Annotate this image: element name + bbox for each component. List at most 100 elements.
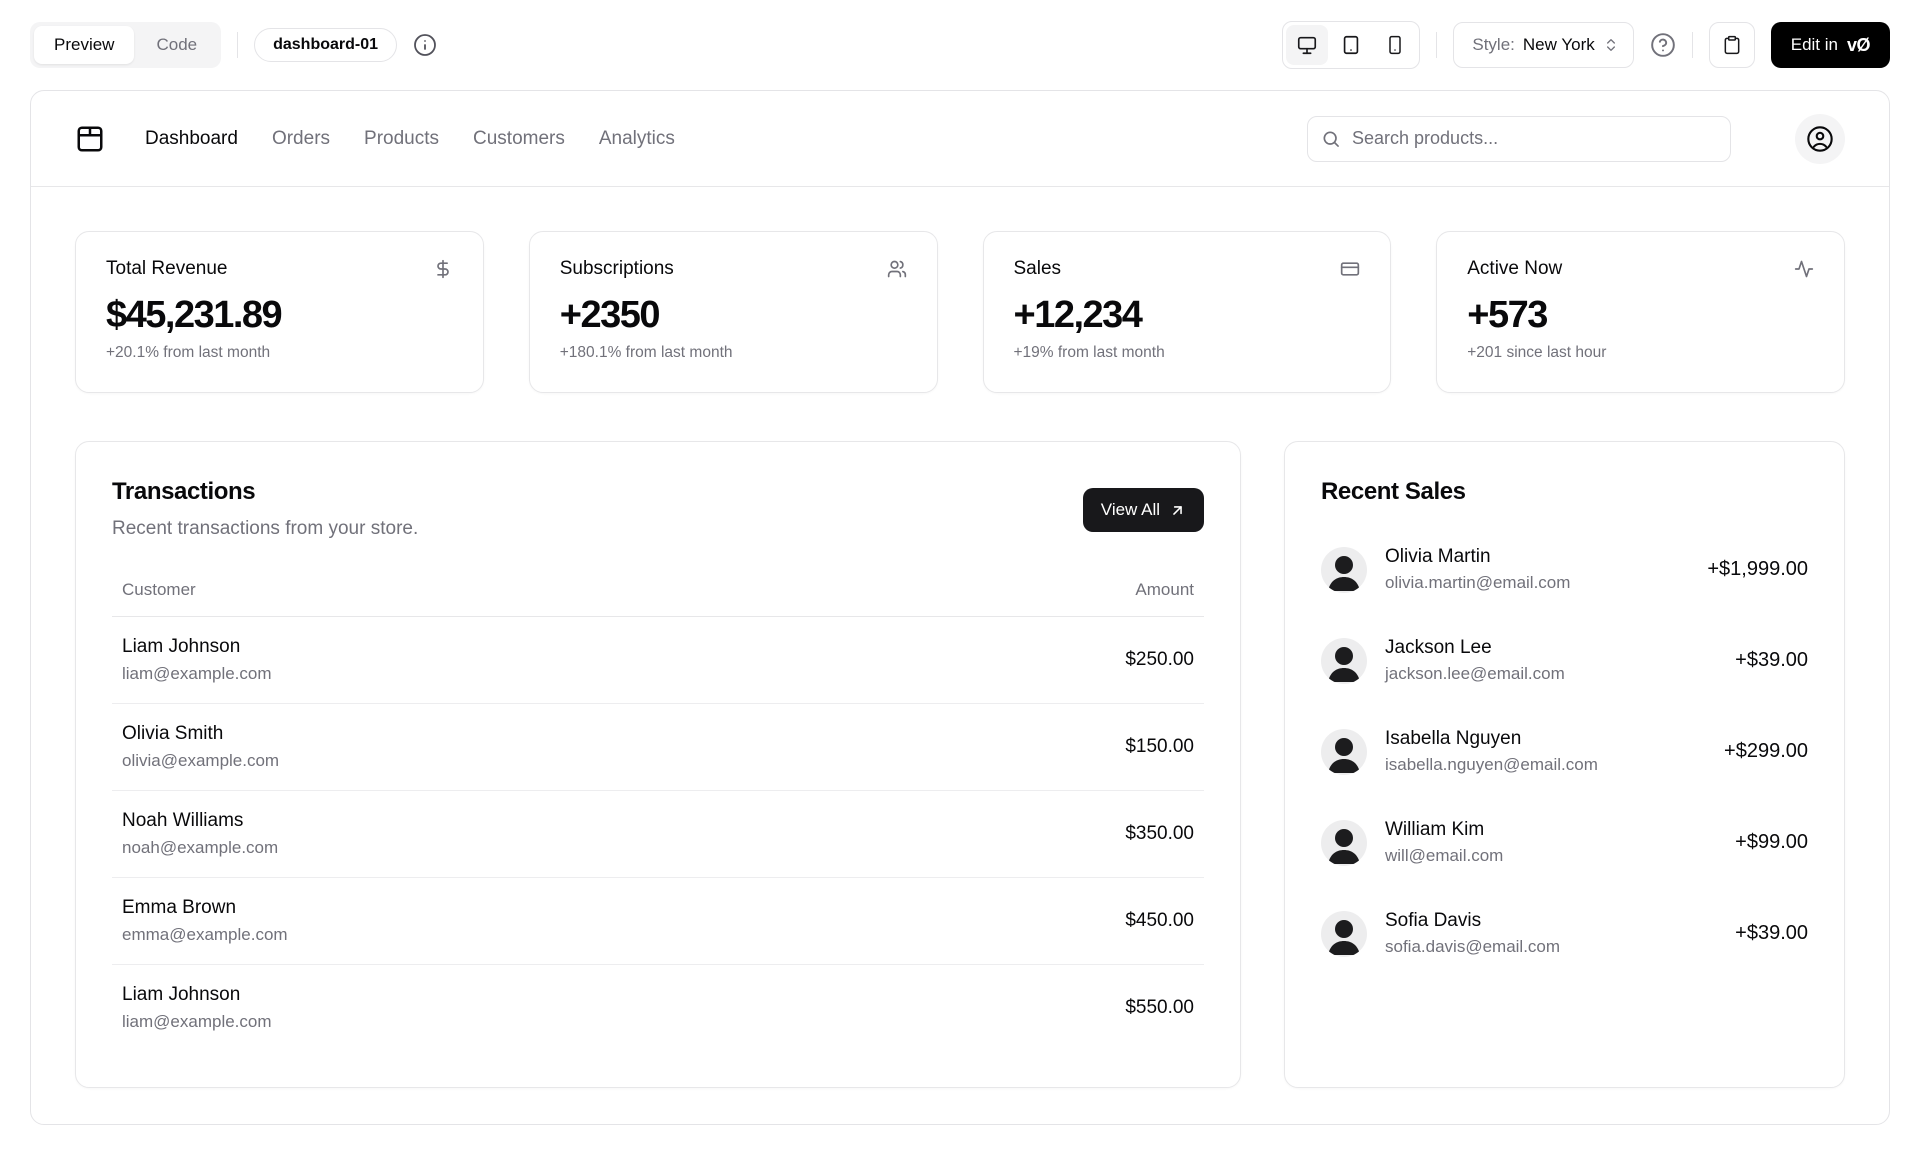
nav-item-dashboard[interactable]: Dashboard — [145, 128, 238, 150]
recent-sales-title: Recent Sales — [1321, 478, 1808, 506]
nav-item-products[interactable]: Products — [364, 128, 439, 150]
preview-code-toggle: Preview Code — [30, 22, 221, 68]
transactions-card: Transactions Recent transactions from yo… — [75, 441, 1241, 1088]
toolbar-divider — [1692, 32, 1693, 58]
table-row[interactable]: Liam Johnson liam@example.com $550.00 — [112, 965, 1204, 1052]
user-menu-button[interactable] — [1795, 114, 1845, 164]
toolbar-divider — [1436, 32, 1437, 58]
stat-card-sales: Sales +12,234 +19% from last month — [983, 231, 1392, 393]
avatar — [1321, 820, 1367, 866]
sale-name: Jackson Lee — [1385, 637, 1717, 659]
list-item[interactable]: William Kim will@email.com +$99.00 — [1321, 819, 1808, 866]
store-logo-icon[interactable] — [75, 124, 105, 154]
list-item[interactable]: Jackson Lee jackson.lee@email.com +$39.00 — [1321, 637, 1808, 684]
sale-email: will@email.com — [1385, 846, 1717, 866]
transaction-amount: $550.00 — [838, 965, 1204, 1052]
sale-amount: +$299.00 — [1724, 740, 1808, 763]
stat-value: +12,234 — [1014, 294, 1361, 337]
list-item[interactable]: Sofia Davissofia.davis@email.com +$39.00 — [1321, 910, 1808, 957]
table-row[interactable]: Noah Williams noah@example.com $350.00 — [112, 791, 1204, 878]
credit-card-icon — [1340, 259, 1360, 279]
transactions-title: Transactions — [112, 478, 418, 506]
transaction-amount: $350.00 — [838, 791, 1204, 878]
tab-code[interactable]: Code — [136, 26, 217, 64]
chevrons-up-down-icon — [1603, 37, 1619, 53]
table-row[interactable]: Liam Johnsonliam@example.com $250.00 — [112, 617, 1204, 704]
app-navbar: Dashboard Orders Products Customers Anal… — [31, 91, 1889, 187]
style-label: Style: — [1472, 35, 1515, 55]
transaction-amount: $250.00 — [838, 617, 1204, 704]
tab-preview[interactable]: Preview — [34, 26, 134, 64]
device-toggle-group — [1282, 21, 1420, 69]
sale-name: Sofia Davis — [1385, 910, 1717, 932]
customer-name: Liam Johnson — [122, 984, 838, 1006]
stat-change: +180.1% from last month — [560, 344, 907, 362]
stat-card-total-revenue: Total Revenue $45,231.89 +20.1% from las… — [75, 231, 484, 393]
stat-value: +573 — [1467, 294, 1814, 337]
sale-email: isabella.nguyen@email.com — [1385, 755, 1706, 775]
stat-change: +19% from last month — [1014, 344, 1361, 362]
edit-in-v0-button[interactable]: Edit in vØ — [1771, 22, 1890, 68]
view-all-button[interactable]: View All — [1083, 488, 1204, 532]
block-preview-frame: Dashboard Orders Products Customers Anal… — [30, 90, 1890, 1125]
tablet-icon[interactable] — [1330, 25, 1372, 65]
v0-logo: vØ — [1847, 35, 1870, 56]
help-icon[interactable] — [1650, 32, 1676, 58]
nav-item-customers[interactable]: Customers — [473, 128, 565, 150]
avatar — [1321, 547, 1367, 593]
list-item[interactable]: Isabella Nguyen isabella.nguyen@email.com… — [1321, 728, 1808, 775]
sale-name: Isabella Nguyen — [1385, 728, 1706, 750]
view-all-label: View All — [1101, 500, 1160, 520]
dollar-sign-icon — [433, 259, 453, 279]
sale-amount: +$39.00 — [1735, 649, 1808, 672]
stat-value: +2350 — [560, 294, 907, 337]
toolbar-divider — [237, 32, 238, 58]
style-select[interactable]: Style: New York — [1453, 22, 1633, 68]
recent-sales-list: Olivia Martinolivia.martin@email.com +$1… — [1321, 546, 1808, 957]
arrow-up-right-icon — [1169, 502, 1186, 519]
copy-code-button[interactable] — [1709, 22, 1755, 68]
stat-change: +20.1% from last month — [106, 344, 453, 362]
stat-card-subscriptions: Subscriptions +2350 +180.1% from last mo… — [529, 231, 938, 393]
sale-amount: +$99.00 — [1735, 831, 1808, 854]
table-row[interactable]: Olivia Smitholivia@example.com $150.00 — [112, 704, 1204, 791]
customer-email: emma@example.com — [122, 925, 838, 945]
list-item[interactable]: Olivia Martinolivia.martin@email.com +$1… — [1321, 546, 1808, 593]
circle-user-icon — [1806, 125, 1834, 153]
monitor-icon[interactable] — [1286, 25, 1328, 65]
nav-item-orders[interactable]: Orders — [272, 128, 330, 150]
transaction-amount: $150.00 — [838, 704, 1204, 791]
search-icon — [1321, 129, 1341, 149]
column-header-customer: Customer — [112, 580, 838, 617]
smartphone-icon[interactable] — [1374, 25, 1416, 65]
stats-grid: Total Revenue $45,231.89 +20.1% from las… — [75, 231, 1845, 393]
transactions-table: Customer Amount Liam Johnsonliam@example… — [112, 580, 1204, 1051]
dashboard-main: Total Revenue $45,231.89 +20.1% from las… — [31, 187, 1889, 1125]
activity-icon — [1794, 259, 1814, 279]
edit-in-v0-label: Edit in — [1791, 35, 1838, 55]
block-toolbar: Preview Code dashboard-01 Style: New Yor… — [0, 0, 1920, 70]
sale-name: William Kim — [1385, 819, 1717, 841]
nav-item-analytics[interactable]: Analytics — [599, 128, 675, 150]
customer-email: liam@example.com — [122, 1012, 838, 1032]
search-input[interactable] — [1307, 116, 1731, 162]
stat-title: Active Now — [1467, 258, 1562, 280]
sale-email: jackson.lee@email.com — [1385, 664, 1717, 684]
recent-sales-card: Recent Sales Olivia Martinolivia.martin@… — [1284, 441, 1845, 1088]
block-name-badge: dashboard-01 — [254, 28, 397, 62]
stat-title: Total Revenue — [106, 258, 227, 280]
customer-name: Emma Brown — [122, 897, 838, 919]
sale-email: olivia.martin@email.com — [1385, 573, 1689, 593]
table-row[interactable]: Emma Brownemma@example.com $450.00 — [112, 878, 1204, 965]
transactions-description: Recent transactions from your store. — [112, 518, 418, 540]
info-icon[interactable] — [413, 33, 437, 57]
customer-name: Olivia Smith — [122, 723, 838, 745]
stat-title: Subscriptions — [560, 258, 674, 280]
avatar — [1321, 911, 1367, 957]
sale-email: sofia.davis@email.com — [1385, 937, 1717, 957]
customer-name: Noah Williams — [122, 810, 838, 832]
avatar — [1321, 638, 1367, 684]
customer-email: noah@example.com — [122, 838, 838, 858]
search-box — [1307, 116, 1731, 162]
stat-title: Sales — [1014, 258, 1062, 280]
